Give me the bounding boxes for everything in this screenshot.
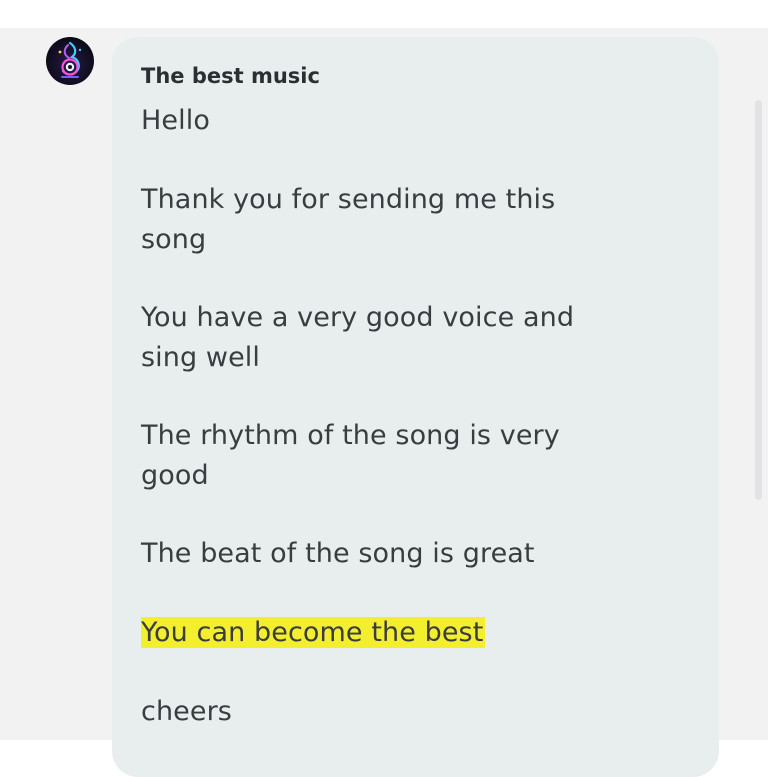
top-strip: [0, 0, 768, 28]
message-line-thanks: Thank you for sending me this: [141, 184, 556, 215]
highlighted-text: You can become the best: [141, 617, 486, 648]
scrollbar[interactable]: [755, 100, 762, 500]
message-line-rhythm: The rhythm of the song is very: [141, 420, 560, 451]
sender-avatar[interactable]: [46, 37, 94, 85]
sender-name: The best music: [141, 64, 320, 88]
message-line-hello: Hello: [141, 105, 210, 136]
message-line-sing-well: sing well: [141, 342, 260, 373]
message-line-good: good: [141, 460, 209, 491]
message-line-beat: The beat of the song is great: [141, 538, 535, 569]
message-line-voice: You have a very good voice and: [141, 302, 575, 333]
message-line-cheers: cheers: [141, 696, 232, 727]
music-logo-icon: [58, 41, 82, 78]
message-line-highlighted: You can become the best: [141, 613, 486, 653]
message-line-song: song: [141, 224, 207, 255]
message-bubble: [112, 37, 719, 777]
